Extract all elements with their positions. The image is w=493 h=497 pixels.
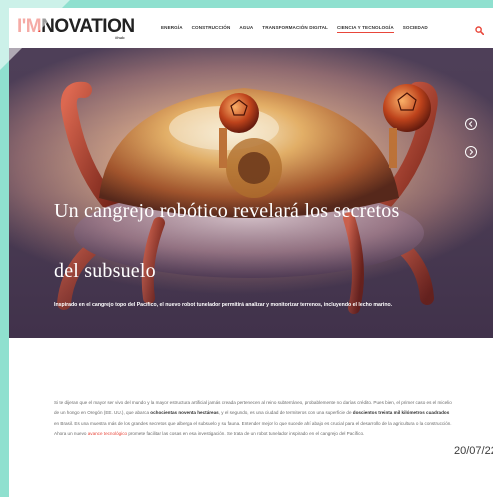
nav-item-sociedad[interactable]: SOCIEDAD (403, 25, 428, 33)
article-link-avance[interactable]: avance tecnológico (88, 431, 127, 436)
site-header: I'MNOVATION #hub ENERGÍA CONSTRUCCIÓN AG… (9, 8, 493, 48)
frame-left-border (0, 0, 9, 497)
hero-lede: Inspirado en el cangrejo topo del Pacífi… (54, 302, 393, 308)
nav-item-agua[interactable]: AGUA (239, 25, 253, 33)
search-icon[interactable] (475, 22, 485, 36)
carousel-prev-button[interactable] (465, 118, 477, 130)
frame-top-border (0, 0, 493, 8)
hero-title-line-1: Un cangrejo robótico revelará los secret… (54, 200, 400, 222)
nav-item-construccion[interactable]: CONSTRUCCIÓN (192, 25, 231, 33)
article-bold-1: ochocientas noventa hectáreas (150, 410, 219, 416)
chevron-right-icon (469, 149, 474, 155)
date-stamp: 20/07/22 (454, 445, 493, 457)
hero-title-line-2: del subsuelo (54, 260, 156, 282)
corner-decoration (0, 0, 70, 70)
logo-subtitle: #hub (115, 35, 125, 40)
article-body: Si te dijeran que el mayor ser vivo del … (54, 398, 454, 440)
article-text-2: , y el segundo, es una ciudad de termite… (218, 410, 353, 416)
nav-item-transformacion-digital[interactable]: TRANSFORMACIÓN DIGITAL (262, 25, 328, 33)
article-text-4: promete facilitar las cosas en esa inves… (127, 431, 365, 437)
page: I'MNOVATION #hub ENERGÍA CONSTRUCCIÓN AG… (9, 8, 493, 497)
nav-item-ciencia-tecnologia[interactable]: CIENCIA Y TECNOLOGÍA (336, 25, 394, 33)
nav-item-energia[interactable]: ENERGÍA (161, 25, 183, 33)
main-nav: ENERGÍA CONSTRUCCIÓN AGUA TRANSFORMACIÓN… (161, 25, 437, 33)
chevron-left-icon (468, 121, 473, 127)
article-bold-2: doscientos treinta mil kilómetros cuadra… (352, 410, 450, 416)
hero-shade (9, 48, 493, 338)
carousel-next-button[interactable] (465, 146, 477, 158)
hero-banner: Un cangrejo robótico revelará los secret… (9, 48, 493, 338)
